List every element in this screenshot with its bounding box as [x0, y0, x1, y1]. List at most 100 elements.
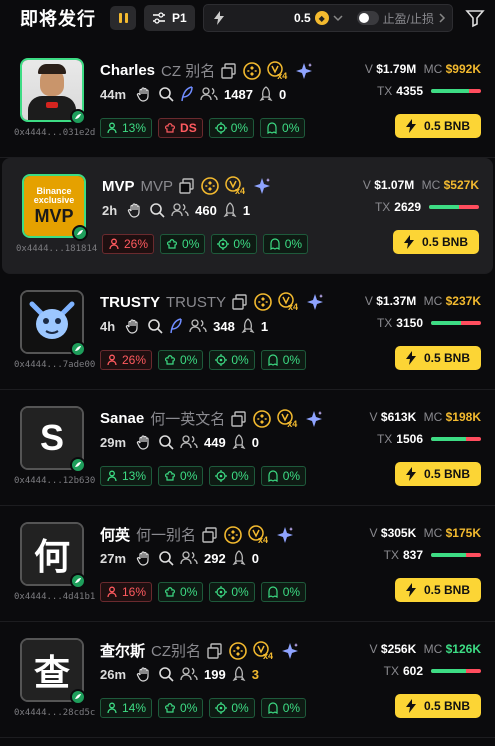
- x4-badge-icon: x4: [253, 640, 275, 661]
- dev-chip[interactable]: 0%: [158, 698, 204, 718]
- token-card[interactable]: Binance exclusive MVP 0x4444...181814 MVP …: [2, 158, 493, 274]
- token-card[interactable]: 0x4444...7ade00 TRUSTY TRUSTY x4 4h 348 …: [0, 274, 495, 390]
- quick-buy-button[interactable]: 0.5 BNB: [393, 230, 479, 254]
- token-card[interactable]: 查 0x4444...28cd5c 查尔斯 CZ别名 x4 26m 199 3: [0, 622, 495, 738]
- chevron-down-icon[interactable]: [333, 14, 343, 22]
- users-stat-icon: [107, 702, 117, 714]
- platform-badge-icon: [70, 573, 86, 589]
- token-address[interactable]: 0x4444...7ade00: [14, 360, 95, 370]
- token-alias: CZ别名: [151, 643, 202, 660]
- quick-buy-button[interactable]: 0.5 BNB: [395, 346, 481, 370]
- meta-row: 29m 449 0: [100, 434, 259, 450]
- top10-holders-chip[interactable]: 16%: [100, 582, 153, 602]
- bolt-icon: [405, 699, 416, 713]
- rocket-icon: [232, 434, 246, 450]
- token-age: 26m: [100, 666, 127, 682]
- token-address[interactable]: 0x4444...031e2d: [14, 128, 95, 138]
- top10-holders-chip[interactable]: 13%: [100, 118, 153, 138]
- x4-label: x4: [235, 186, 246, 196]
- holders-count: 348: [213, 318, 235, 334]
- feather-slot: [180, 86, 194, 102]
- chip-value: 0%: [180, 469, 198, 483]
- insiders-chip[interactable]: 0%: [260, 350, 307, 370]
- dev-chip[interactable]: 0%: [158, 582, 204, 602]
- token-age: 29m: [100, 434, 127, 450]
- search-icon[interactable]: [158, 86, 174, 102]
- dev-chip[interactable]: DS: [158, 118, 203, 138]
- dev-chip[interactable]: 0%: [158, 466, 204, 486]
- x4-label: x4: [288, 302, 299, 312]
- token-address[interactable]: 0x4444...4d41b1: [14, 592, 95, 602]
- bnb-icon: [229, 641, 247, 660]
- token-address[interactable]: 0x4444...181814: [16, 244, 97, 254]
- users-stat-icon: [107, 354, 117, 366]
- buy-sell-bar: [431, 321, 481, 325]
- snipers-chip[interactable]: 0%: [209, 466, 255, 486]
- quick-buy-button[interactable]: 0.5 BNB: [395, 694, 481, 718]
- hand-icon[interactable]: [136, 86, 152, 102]
- tpsl-label: 止盈/止损: [382, 11, 434, 26]
- chip-value: 0%: [230, 121, 249, 135]
- sparkle-icon: [306, 410, 323, 427]
- preset-button[interactable]: P1: [144, 5, 195, 31]
- pause-button[interactable]: [110, 6, 136, 30]
- token-card[interactable]: 0x4444...031e2d Charles CZ 别名 x4 44m 148…: [0, 42, 495, 158]
- search-icon[interactable]: [158, 666, 174, 682]
- insiders-chip[interactable]: 0%: [260, 118, 306, 138]
- snipers-chip[interactable]: 0%: [209, 350, 255, 370]
- search-icon[interactable]: [149, 202, 165, 218]
- copy-icon[interactable]: [207, 642, 223, 659]
- chevron-right-icon[interactable]: [438, 13, 446, 23]
- copy-icon[interactable]: [232, 294, 248, 310]
- hand-icon[interactable]: [136, 434, 152, 450]
- token-list: 0x4444...031e2d Charles CZ 别名 x4 44m 148…: [0, 42, 495, 738]
- quick-buy-button[interactable]: 0.5 BNB: [395, 462, 481, 486]
- chef-icon: [165, 471, 176, 481]
- hand-icon[interactable]: [136, 550, 152, 566]
- insiders-chip[interactable]: 0%: [260, 466, 307, 486]
- chip-value: 0%: [180, 701, 198, 715]
- copy-icon[interactable]: [231, 410, 247, 427]
- token-name: TRUSTY: [100, 293, 160, 311]
- top10-holders-chip[interactable]: 26%: [102, 234, 155, 254]
- token-card[interactable]: 何 0x4444...4d41b1 何英 何一别名 x4 27m 292 0 1…: [0, 506, 495, 622]
- insiders-chip[interactable]: 0%: [260, 582, 307, 602]
- dev-chip[interactable]: 0%: [158, 350, 204, 370]
- quick-buy-button[interactable]: 0.5 BNB: [395, 578, 481, 602]
- hand-icon[interactable]: [125, 318, 141, 334]
- snipers-count: 0: [251, 434, 259, 450]
- volume-label: V: [369, 410, 378, 424]
- copy-icon[interactable]: [179, 178, 195, 194]
- snipers-chip[interactable]: 0%: [209, 698, 255, 718]
- snipers-chip[interactable]: 0%: [208, 118, 255, 138]
- hand-icon[interactable]: [127, 202, 143, 218]
- top10-holders-chip[interactable]: 14%: [100, 698, 153, 718]
- volume-value: $305K: [380, 526, 417, 540]
- quick-amount-input[interactable]: 0.5: [294, 11, 311, 25]
- copy-icon[interactable]: [202, 526, 218, 543]
- token-address[interactable]: 0x4444...12b630: [14, 476, 95, 486]
- ghost-icon: [270, 238, 280, 250]
- snipers-chip[interactable]: 0%: [211, 234, 257, 254]
- token-card[interactable]: S 0x4444...12b630 Sanae 何一英文名 x4 29m 449…: [0, 390, 495, 506]
- search-icon[interactable]: [147, 318, 163, 334]
- insiders-chip[interactable]: 0%: [262, 234, 309, 254]
- dev-chip[interactable]: 0%: [160, 234, 206, 254]
- bnb-icon: [253, 409, 272, 428]
- insiders-chip[interactable]: 0%: [260, 698, 307, 718]
- x4-label: x4: [258, 534, 269, 545]
- hand-icon[interactable]: [136, 666, 152, 682]
- feather-icon: [170, 318, 182, 334]
- snipers-chip[interactable]: 0%: [209, 582, 255, 602]
- bolt-icon: [405, 467, 416, 481]
- quick-buy-button[interactable]: 0.5 BNB: [395, 114, 481, 138]
- token-address[interactable]: 0x4444...28cd5c: [14, 708, 95, 718]
- filter-icon[interactable]: [465, 8, 485, 28]
- top10-holders-chip[interactable]: 26%: [100, 350, 153, 370]
- chip-value: 13%: [122, 469, 147, 483]
- top10-holders-chip[interactable]: 13%: [100, 466, 153, 486]
- copy-icon[interactable]: [221, 62, 237, 79]
- search-icon[interactable]: [158, 434, 174, 450]
- search-icon[interactable]: [158, 550, 174, 566]
- tpsl-toggle[interactable]: [356, 11, 379, 25]
